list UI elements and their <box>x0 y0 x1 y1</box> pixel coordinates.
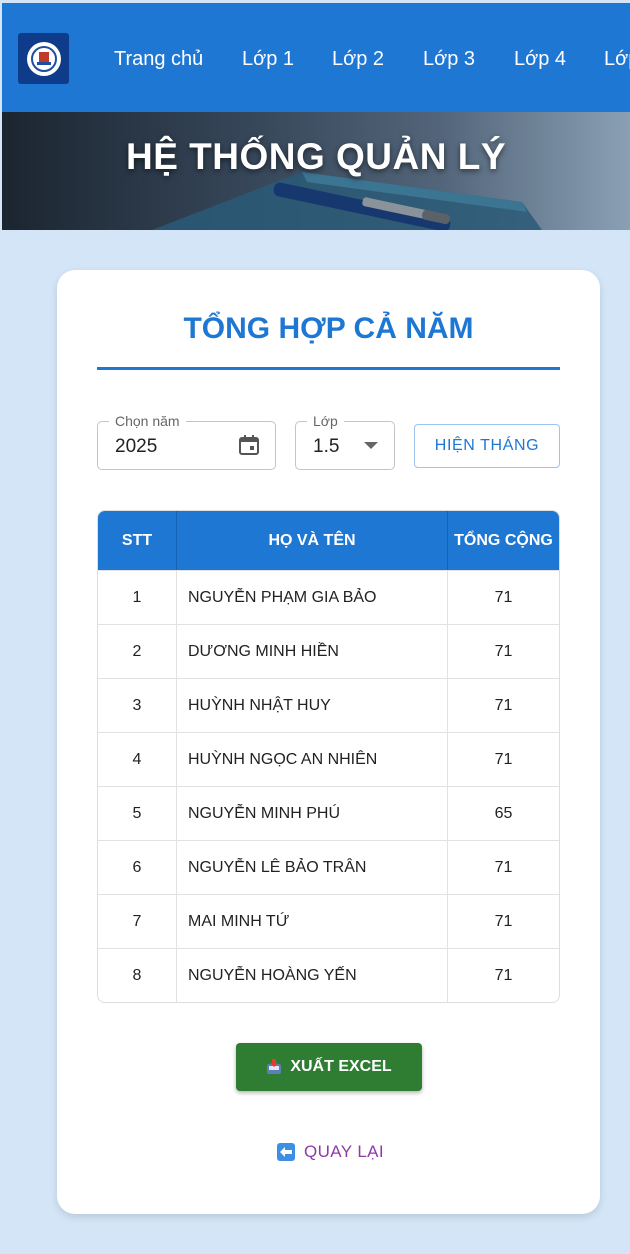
row-stt: 3 <box>98 678 177 732</box>
row-name: HUỲNH NGỌC AN NHIÊN <box>177 732 448 786</box>
table-header-row: STT HỌ VÀ TÊN TỔNG CỘNG <box>98 511 559 570</box>
row-stt: 6 <box>98 840 177 894</box>
nav-item-class-3[interactable]: Lớp 3 <box>423 48 475 71</box>
export-excel-label: XUẤT EXCEL <box>290 1058 392 1075</box>
top-navbar: Trang chủ Lớp 1 Lớp 2 Lớp 3 Lớp 4 Lớp 5 <box>2 3 630 112</box>
summary-card: TỔNG HỢP CẢ NĂM Chọn năm 2025 Lớp 1.5 HI… <box>57 270 600 1214</box>
col-header-name: HỌ VÀ TÊN <box>177 511 448 570</box>
table-row: 7 MAI MINH TỨ 71 <box>98 894 559 948</box>
summary-table: STT HỌ VÀ TÊN TỔNG CỘNG 1 NGUYỄN PHẠM GI… <box>97 510 560 1003</box>
inbox-tray-icon <box>267 1059 282 1074</box>
row-name: MAI MINH TỨ <box>177 894 448 948</box>
row-total: 71 <box>448 894 559 948</box>
row-total: 71 <box>448 840 559 894</box>
show-month-button[interactable]: HIỆN THÁNG <box>414 424 560 468</box>
row-stt: 4 <box>98 732 177 786</box>
row-total: 65 <box>448 786 559 840</box>
row-stt: 7 <box>98 894 177 948</box>
table-row: 4 HUỲNH NGỌC AN NHIÊN 71 <box>98 732 559 786</box>
caret-down-icon <box>364 442 378 449</box>
nav-item-class-1[interactable]: Lớp 1 <box>242 48 294 71</box>
row-stt: 5 <box>98 786 177 840</box>
table-row: 8 NGUYỄN HOÀNG YẾN 71 <box>98 948 559 1002</box>
back-link[interactable]: QUAY LẠI <box>277 1142 384 1162</box>
calendar-icon[interactable] <box>237 433 261 457</box>
nav-item-class-5[interactable]: Lớp 5 <box>604 48 630 71</box>
row-name: DƯƠNG MINH HIỀN <box>177 624 448 678</box>
row-total: 71 <box>448 570 559 624</box>
row-total: 71 <box>448 678 559 732</box>
back-arrow-icon <box>277 1143 295 1161</box>
class-select-value: 1.5 <box>313 436 340 457</box>
school-logo[interactable] <box>18 33 69 84</box>
row-stt: 1 <box>98 570 177 624</box>
export-excel-button[interactable]: XUẤT EXCEL <box>236 1043 422 1091</box>
nav-item-home[interactable]: Trang chủ <box>114 48 203 71</box>
table-row: 2 DƯƠNG MINH HIỀN 71 <box>98 624 559 678</box>
row-stt: 2 <box>98 624 177 678</box>
header-banner: HỆ THỐNG QUẢN LÝ <box>2 112 630 230</box>
row-name: NGUYỄN LÊ BẢO TRÂN <box>177 840 448 894</box>
back-link-label: QUAY LẠI <box>304 1142 385 1161</box>
class-select[interactable]: Lớp 1.5 <box>295 413 395 470</box>
row-name: NGUYỄN MINH PHÚ <box>177 786 448 840</box>
row-name: NGUYỄN HOÀNG YẾN <box>177 948 448 1002</box>
table-row: 1 NGUYỄN PHẠM GIA BẢO 71 <box>98 570 559 624</box>
banner-title: HỆ THỐNG QUẢN LÝ <box>125 136 507 177</box>
year-picker-label: Chọn năm <box>109 413 186 429</box>
row-total: 71 <box>448 624 559 678</box>
col-header-stt: STT <box>98 511 177 570</box>
table-row: 5 NGUYỄN MINH PHÚ 65 <box>98 786 559 840</box>
nav-item-class-4[interactable]: Lớp 4 <box>514 48 566 71</box>
row-name: NGUYỄN PHẠM GIA BẢO <box>177 570 448 624</box>
row-total: 71 <box>448 732 559 786</box>
class-select-label: Lớp <box>307 413 344 429</box>
school-emblem-icon <box>26 41 61 76</box>
title-divider <box>97 367 560 370</box>
year-picker-value: 2025 <box>115 436 158 457</box>
page-title: TỔNG HỢP CẢ NĂM <box>183 312 474 345</box>
row-name: HUỲNH NHẬT HUY <box>177 678 448 732</box>
row-total: 71 <box>448 948 559 1002</box>
year-picker[interactable]: Chọn năm 2025 <box>97 413 276 470</box>
table-row: 3 HUỲNH NHẬT HUY 71 <box>98 678 559 732</box>
nav-item-class-2[interactable]: Lớp 2 <box>332 48 384 71</box>
row-stt: 8 <box>98 948 177 1002</box>
col-header-total: TỔNG CỘNG <box>448 511 559 570</box>
table-row: 6 NGUYỄN LÊ BẢO TRÂN 71 <box>98 840 559 894</box>
